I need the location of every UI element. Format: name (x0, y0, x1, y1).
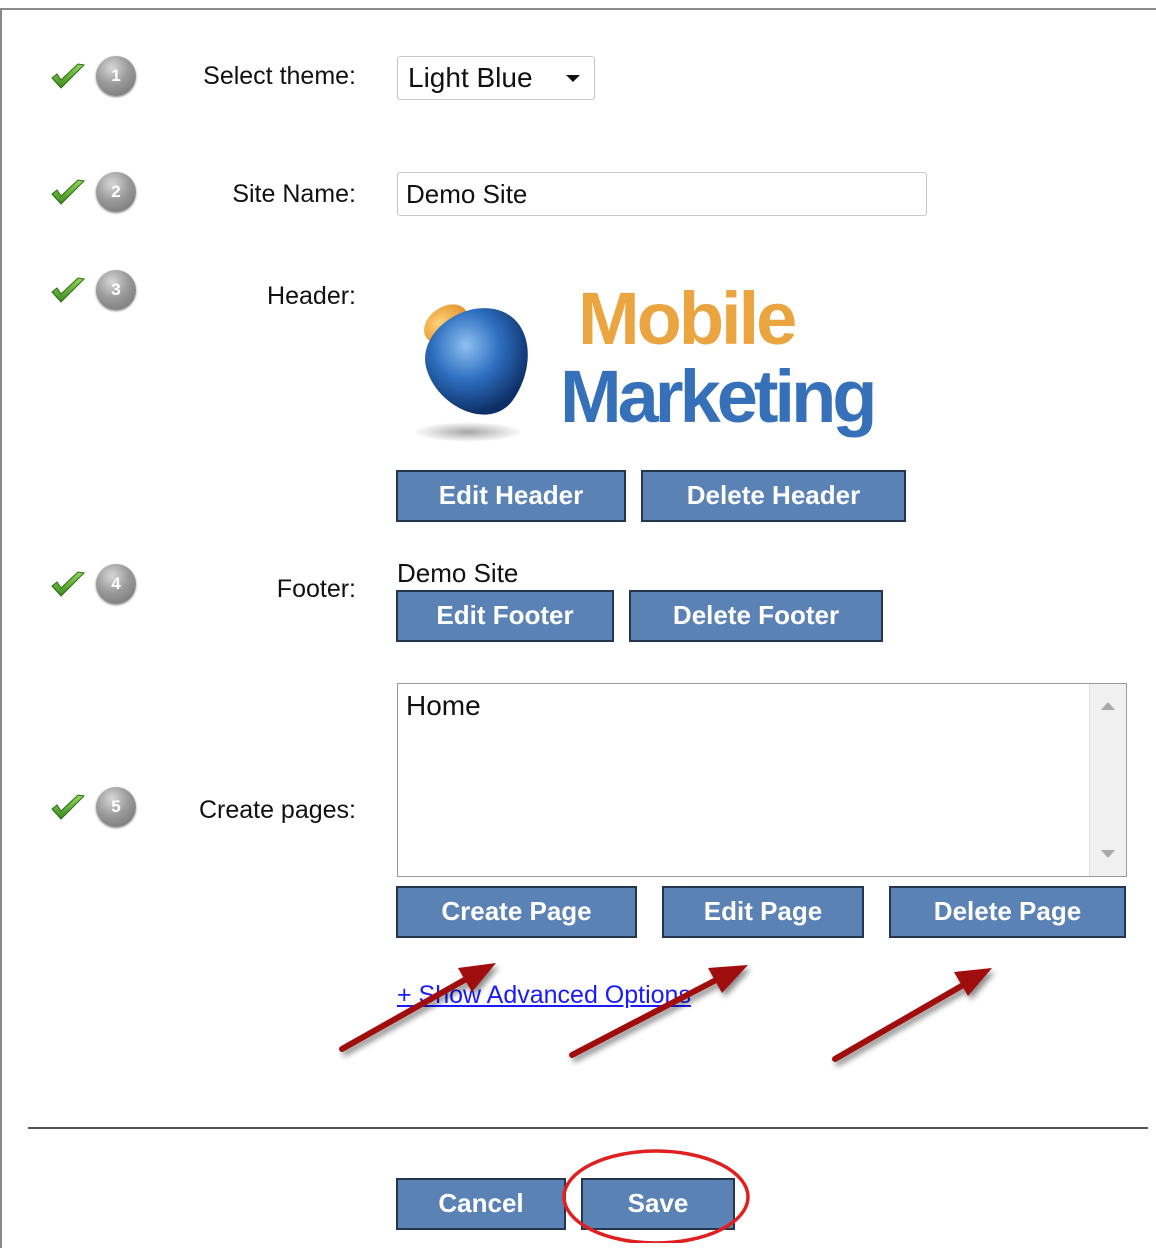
footer-label: Footer: (276, 575, 356, 603)
step-4-status: 4 (50, 564, 150, 604)
footer-text: Demo Site (397, 558, 519, 588)
edit-footer-button[interactable]: Edit Footer (396, 590, 614, 642)
show-advanced-options-link[interactable]: + Show Advanced Options (397, 981, 691, 1010)
checkmark-icon (51, 277, 86, 303)
step-5-status: 5 (50, 787, 150, 827)
step-2-status: 2 (50, 172, 150, 212)
site-name-input[interactable] (397, 172, 927, 216)
save-button[interactable]: Save (581, 1178, 735, 1230)
header-label: Header: (267, 282, 356, 310)
logo-text-marketing: Marketing (560, 355, 874, 438)
mobile-marketing-logo: Mobile Marketing (413, 276, 879, 442)
chevron-down-icon (566, 75, 580, 82)
edit-page-button[interactable]: Edit Page (662, 886, 864, 938)
theme-select-value: Light Blue (408, 62, 533, 93)
theme-select[interactable]: Light Blue (397, 56, 595, 100)
cancel-button[interactable]: Cancel (396, 1178, 566, 1230)
divider (28, 1127, 1148, 1129)
checkmark-icon (51, 571, 86, 597)
list-item[interactable]: Home (406, 690, 481, 722)
scroll-down-icon[interactable] (1101, 850, 1115, 858)
delete-page-button[interactable]: Delete Page (889, 886, 1126, 938)
step-number-badge: 1 (96, 56, 136, 96)
scroll-up-icon[interactable] (1101, 702, 1115, 710)
step-number-badge: 5 (96, 787, 136, 827)
checkmark-icon (51, 794, 86, 820)
edit-header-button[interactable]: Edit Header (396, 470, 626, 522)
step-number-badge: 2 (96, 172, 136, 212)
create-pages-label: Create pages: (198, 796, 356, 824)
pages-listbox[interactable]: Home (397, 683, 1127, 877)
delete-footer-button[interactable]: Delete Footer (629, 590, 883, 642)
step-number-badge: 4 (96, 564, 136, 604)
delete-header-button[interactable]: Delete Header (641, 470, 906, 522)
site-name-label: Site Name: (232, 180, 356, 208)
checkmark-icon (51, 179, 86, 205)
step-number-badge: 3 (96, 270, 136, 310)
select-theme-label: Select theme: (203, 62, 356, 90)
listbox-scrollbar[interactable] (1089, 684, 1126, 876)
step-3-status: 3 (50, 270, 150, 310)
logo-text-mobile: Mobile (578, 277, 795, 360)
step-1-status: 1 (50, 56, 150, 96)
checkmark-icon (51, 63, 86, 89)
create-page-button[interactable]: Create Page (396, 886, 637, 938)
